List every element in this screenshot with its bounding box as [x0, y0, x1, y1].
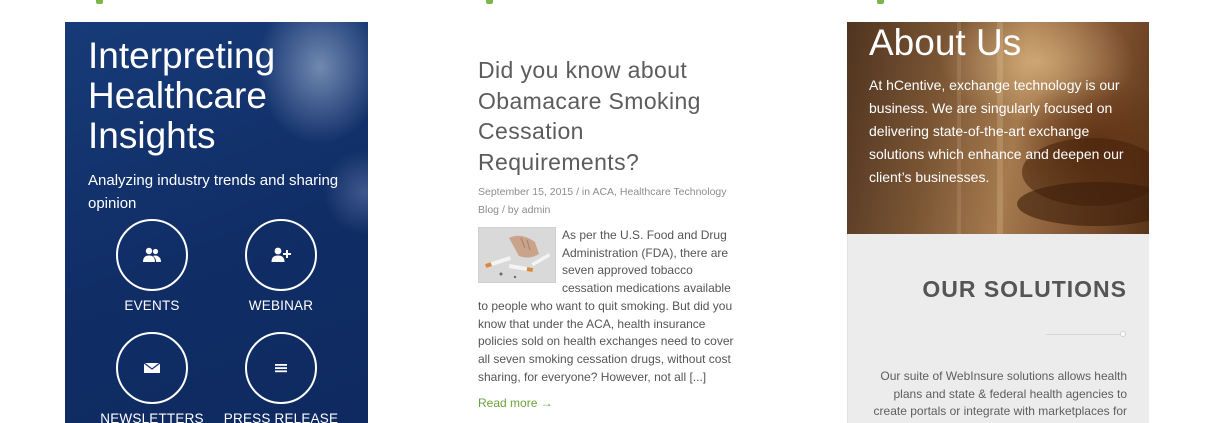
events-label[interactable]: EVENTS	[87, 298, 217, 313]
envelope-icon	[144, 362, 160, 373]
post-meta: September 15, 2015 / in ACA, Healthcare …	[478, 183, 738, 219]
blog-post: Did you know about Obamacare Smoking Ces…	[478, 55, 738, 412]
about-title: About Us	[869, 22, 1022, 63]
by-prefix: by	[507, 204, 519, 216]
webinar-label[interactable]: WEBINAR	[216, 298, 346, 313]
solutions-panel: OUR SOLUTIONS Our suite of WebInsure sol…	[847, 234, 1149, 423]
insights-title: Interpreting Healthcare Insights	[88, 35, 276, 156]
accent-tick	[486, 0, 493, 4]
divider-line	[1046, 334, 1124, 335]
users-icon	[143, 247, 161, 262]
insights-subtitle: Analyzing industry trends and sharing op…	[88, 172, 339, 212]
in-prefix: in	[581, 186, 591, 198]
insights-panel: Interpreting Healthcare Insights Analyzi…	[65, 22, 368, 423]
about-panel: About Us At hCentive, exchange technolog…	[847, 22, 1149, 234]
about-text: At hCentive, exchange technology is our …	[869, 77, 1124, 185]
divider-dot	[1120, 331, 1126, 337]
solutions-title: OUR SOLUTIONS	[922, 276, 1127, 302]
webinar-button[interactable]	[245, 219, 317, 291]
category-link-aca[interactable]: ACA	[592, 186, 614, 198]
newsletters-label[interactable]: NEWSLETTERS	[87, 411, 217, 423]
read-more-link[interactable]: Read more →	[478, 396, 553, 410]
press-release-label[interactable]: PRESS RELEASE	[216, 411, 346, 423]
press-release-button[interactable]	[245, 332, 317, 404]
newsletters-button[interactable]	[116, 332, 188, 404]
accent-tick	[877, 0, 884, 4]
solutions-text: Our suite of WebInsure solutions allows …	[873, 369, 1127, 418]
author-link[interactable]: admin	[522, 204, 551, 216]
post-thumbnail[interactable]	[478, 227, 556, 283]
post-title[interactable]: Did you know about Obamacare Smoking Ces…	[478, 55, 738, 177]
post-body: As per the U.S. Food and Drug Administra…	[478, 227, 738, 386]
add-user-icon	[271, 247, 291, 262]
broken-cigarettes-image	[479, 228, 555, 282]
post-date: September 15, 2015	[478, 186, 574, 198]
list-icon	[275, 364, 287, 373]
accent-tick	[96, 0, 103, 4]
events-button[interactable]	[116, 219, 188, 291]
